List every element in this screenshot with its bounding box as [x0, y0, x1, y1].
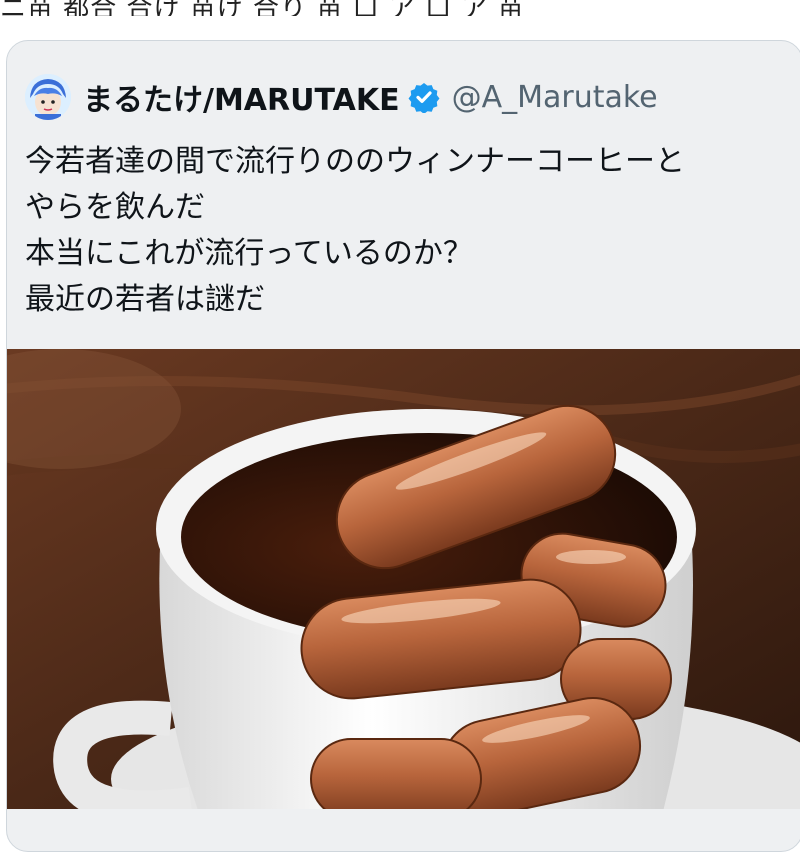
tweet-text-line: 本当にこれが流行っているのか？ — [25, 236, 473, 271]
tweet-text-line: 今若者達の間で流行りののウィンナーコーヒーと — [25, 144, 685, 179]
quoted-tweet-header: まるたけ/MARUTAKE @A_Marutake — [25, 71, 658, 123]
previous-tweet-text-cut: ニ苗 都合 合け 苗け 合り 苗 口 ア 口 ア 苗 — [0, 0, 525, 16]
tweet-text-line: 最近の若者は謎だ — [25, 282, 265, 317]
author-handle[interactable]: @A_Marutake — [452, 80, 658, 115]
photo-icon — [7, 349, 800, 809]
avatar[interactable] — [25, 74, 71, 120]
author-display-name[interactable]: まるたけ/MARUTAKE — [83, 75, 400, 119]
avatar-image — [25, 74, 71, 120]
quoted-tweet-text: 今若者達の間で流行りののウィンナーコーヒーと やらを飲んだ 本当にこれが流行って… — [25, 139, 785, 323]
verified-badge-icon — [408, 83, 440, 113]
quoted-tweet-card[interactable]: まるたけ/MARUTAKE @A_Marutake 今若者達の間で流行りののウィ… — [6, 40, 800, 852]
tweet-media-photo[interactable] — [7, 349, 800, 809]
tweet-text-line: やらを飲んだ — [25, 190, 205, 225]
